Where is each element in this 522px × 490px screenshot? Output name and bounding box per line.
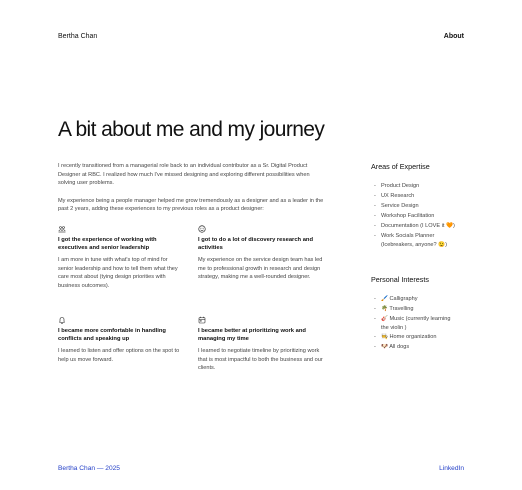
card-body: I learned to listen and offer options on…	[58, 347, 180, 363]
expertise-item-label: Work Socials Planner	[381, 233, 435, 239]
footer-copyright: Bertha Chan — 2025	[58, 464, 120, 472]
interests-heading: Personal Interests	[371, 275, 429, 285]
interest-item: 🐶 All dogs	[371, 342, 471, 352]
interest-item-label: 🎸 Music (currently learning	[381, 316, 451, 323]
interest-item-continued: the violin )	[381, 324, 407, 331]
linkedin-link[interactable]: LinkedIn	[439, 465, 464, 472]
expertise-item: Work Socials Planner (Icebreakers, anyon…	[371, 231, 471, 249]
expertise-list: Product Design UX Research Service Desig…	[371, 181, 471, 249]
sidebar: Areas of Expertise Product Design UX Res…	[371, 162, 471, 378]
expertise-heading: Areas of Expertise	[371, 162, 430, 171]
interest-item: 🧑‍🍳 Home organization	[371, 332, 471, 342]
team-icon	[58, 226, 66, 233]
intro-paragraph: I recently transitioned from a manageria…	[58, 163, 310, 187]
site-brand[interactable]: Bertha Chan	[58, 33, 97, 40]
nav-about-link[interactable]: About	[444, 33, 464, 40]
card-title: I got to do a lot of discovery research …	[198, 236, 313, 251]
expertise-item: Documentation (I LOVE it 🧡)	[371, 221, 471, 231]
card-body: I am more in tune with what's top of min…	[58, 256, 178, 289]
expertise-item: Product Design	[371, 181, 471, 191]
site-footer: Bertha Chan — 2025 LinkedIn	[58, 463, 464, 473]
experience-card: I got the experience of working with exe…	[58, 225, 184, 316]
card-title: I got the experience of working with exe…	[58, 236, 157, 251]
expertise-item: UX Research	[371, 191, 471, 201]
card-title: I became better at prioritizing work and…	[198, 327, 306, 342]
card-title: I became more comfortable in handling co…	[58, 327, 166, 342]
smile-icon	[198, 225, 206, 233]
bell-icon	[59, 317, 65, 324]
site-header: Bertha Chan About	[58, 30, 464, 42]
main-content: I recently transitioned from a manageria…	[58, 162, 326, 407]
interests-list: 🖌️ Calligraphy 🌴 Travelling 🎸 Music (cur…	[371, 294, 471, 352]
card-body: I learned to negotiate timeline by prior…	[198, 347, 323, 372]
calendar-icon	[198, 316, 206, 324]
expertise-item: Service Design	[371, 201, 471, 211]
experience-card: I got to do a lot of discovery research …	[198, 225, 324, 316]
interest-item: 🖌️ Calligraphy	[371, 294, 471, 304]
interest-item: 🌴 Travelling	[371, 304, 471, 314]
expertise-item: Workshop Facilitation	[371, 211, 471, 221]
experience-card: I became more comfortable in handling co…	[58, 316, 184, 407]
card-body: My experience on the service design team…	[198, 256, 323, 281]
interest-item: 🎸 Music (currently learning the violin )	[371, 314, 471, 332]
experience-paragraph: My experience being a people manager hel…	[58, 197, 324, 213]
experience-card: I became better at prioritizing work and…	[198, 316, 324, 407]
page-title: A bit about me and my journey	[58, 118, 325, 141]
expertise-item-note: (Icebreakers, anyone? 😉)	[381, 241, 448, 248]
experience-cards: I got the experience of working with exe…	[58, 225, 326, 407]
